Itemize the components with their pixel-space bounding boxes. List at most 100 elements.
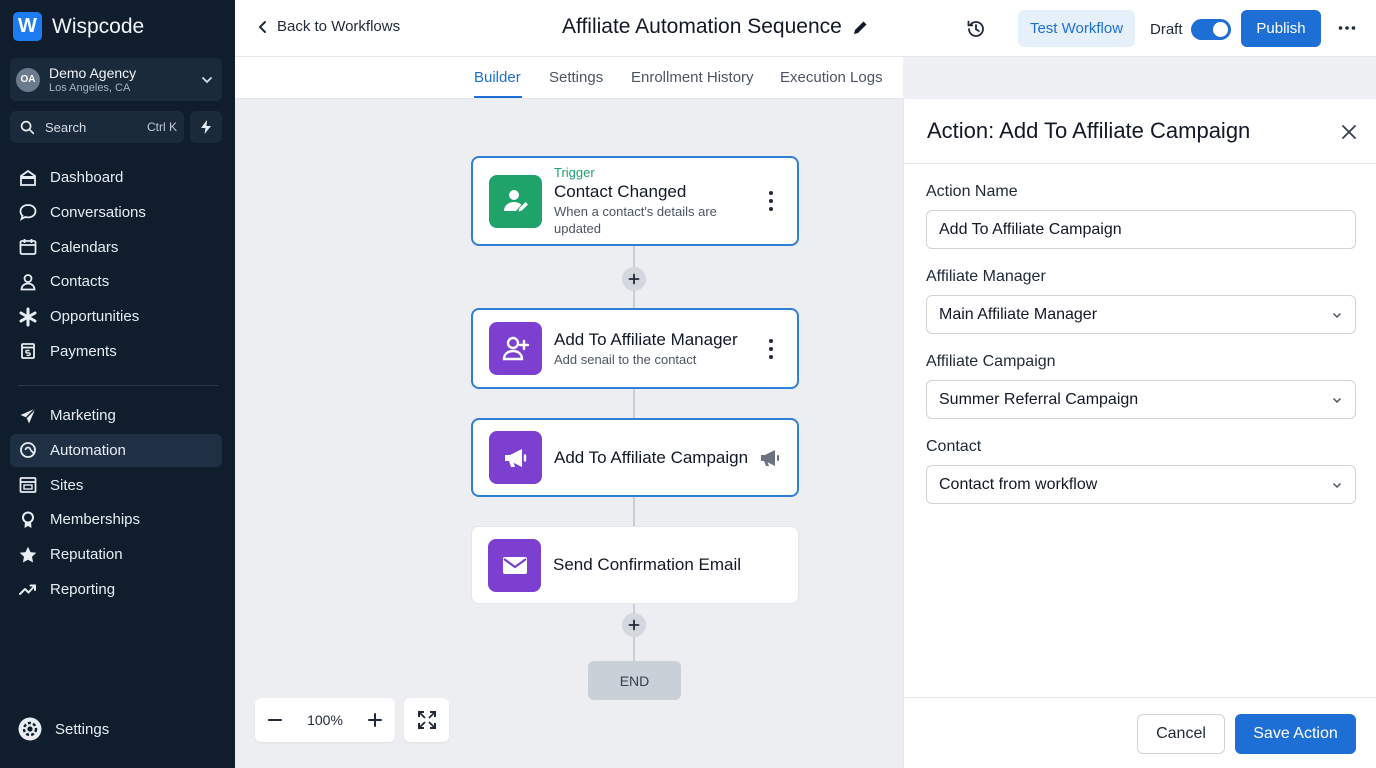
zoom-controls: 100% <box>255 698 395 742</box>
search-button[interactable]: Search Ctrl K <box>10 111 184 143</box>
trigger-node[interactable]: Trigger Contact Changed When a contact's… <box>471 156 799 246</box>
action-node-affiliate-manager[interactable]: Add To Affiliate Manager Add senail to t… <box>471 308 799 389</box>
draft-toggle-group: Draft <box>1150 19 1231 40</box>
nav-item-sites[interactable]: Sites <box>10 469 222 502</box>
nav-item-reporting[interactable]: Reporting <box>10 573 222 606</box>
panel-footer: Cancel Save Action <box>904 697 1376 768</box>
nav-label: Automation <box>50 441 126 459</box>
node-menu-button[interactable] <box>759 338 783 360</box>
node-menu-button[interactable] <box>759 190 783 212</box>
nav-label: Calendars <box>50 238 119 256</box>
nav-item-memberships[interactable]: Memberships <box>10 503 222 536</box>
megaphone-icon <box>504 448 526 467</box>
affiliate-campaign-select[interactable]: Summer Referral Campaign <box>926 380 1356 419</box>
nav-item-contacts[interactable]: Contacts <box>10 265 222 298</box>
test-workflow-button[interactable]: Test Workflow <box>1018 10 1135 47</box>
publish-button[interactable]: Publish <box>1241 10 1321 47</box>
action-node-send-email[interactable]: Send Confirmation Email <box>471 526 799 604</box>
automation-icon <box>20 442 36 459</box>
action-title: Send Confirmation Email <box>553 555 742 574</box>
close-icon[interactable] <box>1341 124 1357 140</box>
asterisk-icon <box>19 307 37 327</box>
chat-icon <box>19 204 37 222</box>
nav-item-settings[interactable]: Settings <box>17 716 109 742</box>
action-name-value: Add To Affiliate Campaign <box>939 220 1122 238</box>
nav-item-dashboard[interactable]: Dashboard <box>10 161 222 194</box>
save-action-button[interactable]: Save Action <box>1235 714 1356 754</box>
brand[interactable]: W Wispcode <box>13 12 144 41</box>
action-node-icon <box>489 431 542 484</box>
search-icon <box>20 120 35 134</box>
more-options-button[interactable] <box>1337 18 1357 43</box>
account-switcher[interactable]: OA Demo Agency Los Angeles, CA <box>10 58 222 101</box>
nav-label: Payments <box>50 342 117 360</box>
nav-label: Conversations <box>50 203 146 221</box>
nav-item-payments[interactable]: Payments <box>10 335 222 368</box>
add-step-button[interactable] <box>622 613 646 637</box>
chevron-down-icon <box>1332 312 1342 318</box>
nav-label: Sites <box>50 476 84 494</box>
receipt-icon <box>21 343 35 360</box>
nav-label: Contacts <box>50 273 110 291</box>
add-step-button[interactable] <box>622 267 646 291</box>
zoom-in-icon[interactable] <box>368 713 382 727</box>
main-nav: Dashboard Conversations Calendars Contac… <box>10 161 222 370</box>
search-label: Search <box>45 119 87 135</box>
add-user-icon <box>502 336 529 360</box>
fit-to-screen-button[interactable] <box>404 698 449 742</box>
edit-pencil-icon[interactable] <box>852 19 869 36</box>
zoom-out-icon[interactable] <box>268 713 282 727</box>
affiliate-campaign-label: Affiliate Campaign <box>926 353 1056 370</box>
action-node-icon <box>488 538 541 592</box>
secondary-nav: Marketing Automation Sites Memberships R… <box>10 399 222 608</box>
tab-settings[interactable]: Settings <box>549 69 603 86</box>
contact-select[interactable]: Contact from workflow <box>926 465 1356 504</box>
back-to-workflows-link[interactable]: Back to Workflows <box>257 18 400 35</box>
version-history-button[interactable] <box>965 18 987 45</box>
trigger-node-icon <box>489 174 542 228</box>
tab-builder[interactable]: Builder <box>474 69 521 86</box>
gear-icon <box>18 717 42 741</box>
search-shortcut: Ctrl K <box>147 120 177 134</box>
action-title: Add To Affiliate Manager <box>554 330 738 349</box>
campaign-indicator <box>759 447 783 469</box>
cancel-button[interactable]: Cancel <box>1137 714 1225 754</box>
connector-line <box>633 496 635 527</box>
nav-item-reputation[interactable]: Reputation <box>10 538 222 571</box>
nav-item-marketing[interactable]: Marketing <box>10 399 222 432</box>
home-icon <box>20 169 36 186</box>
nav-item-opportunities[interactable]: Opportunities <box>10 300 222 333</box>
nav-item-conversations[interactable]: Conversations <box>10 196 222 229</box>
chevron-down-icon <box>1332 482 1342 488</box>
expand-icon <box>417 711 436 729</box>
nav-label: Reporting <box>50 580 116 598</box>
star-icon <box>19 546 37 563</box>
history-icon <box>967 20 984 37</box>
affiliate-campaign-value: Summer Referral Campaign <box>939 390 1139 408</box>
more-vertical-icon <box>769 338 773 359</box>
send-icon <box>20 407 36 423</box>
connector-line <box>633 388 635 419</box>
calendar-icon <box>19 239 37 255</box>
affiliate-manager-label: Affiliate Manager <box>926 268 1046 285</box>
action-name-input[interactable]: Add To Affiliate Campaign <box>926 210 1356 249</box>
plus-icon <box>628 619 640 631</box>
affiliate-manager-select[interactable]: Main Affiliate Manager <box>926 295 1356 334</box>
nav-label: Marketing <box>50 407 116 424</box>
action-node-affiliate-campaign[interactable]: Add To Affiliate Campaign <box>471 418 799 497</box>
tab-enrollment-history[interactable]: Enrollment History <box>631 69 754 86</box>
nav-item-automation[interactable]: Automation <box>10 433 222 467</box>
chevron-down-icon <box>202 76 212 83</box>
quick-actions-button[interactable] <box>190 111 222 143</box>
draft-toggle[interactable] <box>1190 19 1231 40</box>
trigger-title: Contact Changed <box>554 182 687 201</box>
back-label: Back to Workflows <box>277 18 401 35</box>
action-node-icon <box>489 322 542 375</box>
nav-item-calendars[interactable]: Calendars <box>10 231 222 264</box>
app-logo: W <box>13 12 42 41</box>
panel-header: Action: Add To Affiliate Campaign <box>904 99 1376 164</box>
tab-execution-logs[interactable]: Execution Logs <box>780 69 883 86</box>
contact-value: Contact from workflow <box>939 475 1098 493</box>
account-location: Los Angeles, CA <box>49 81 131 94</box>
action-description: Add senail to the contact <box>554 352 697 367</box>
